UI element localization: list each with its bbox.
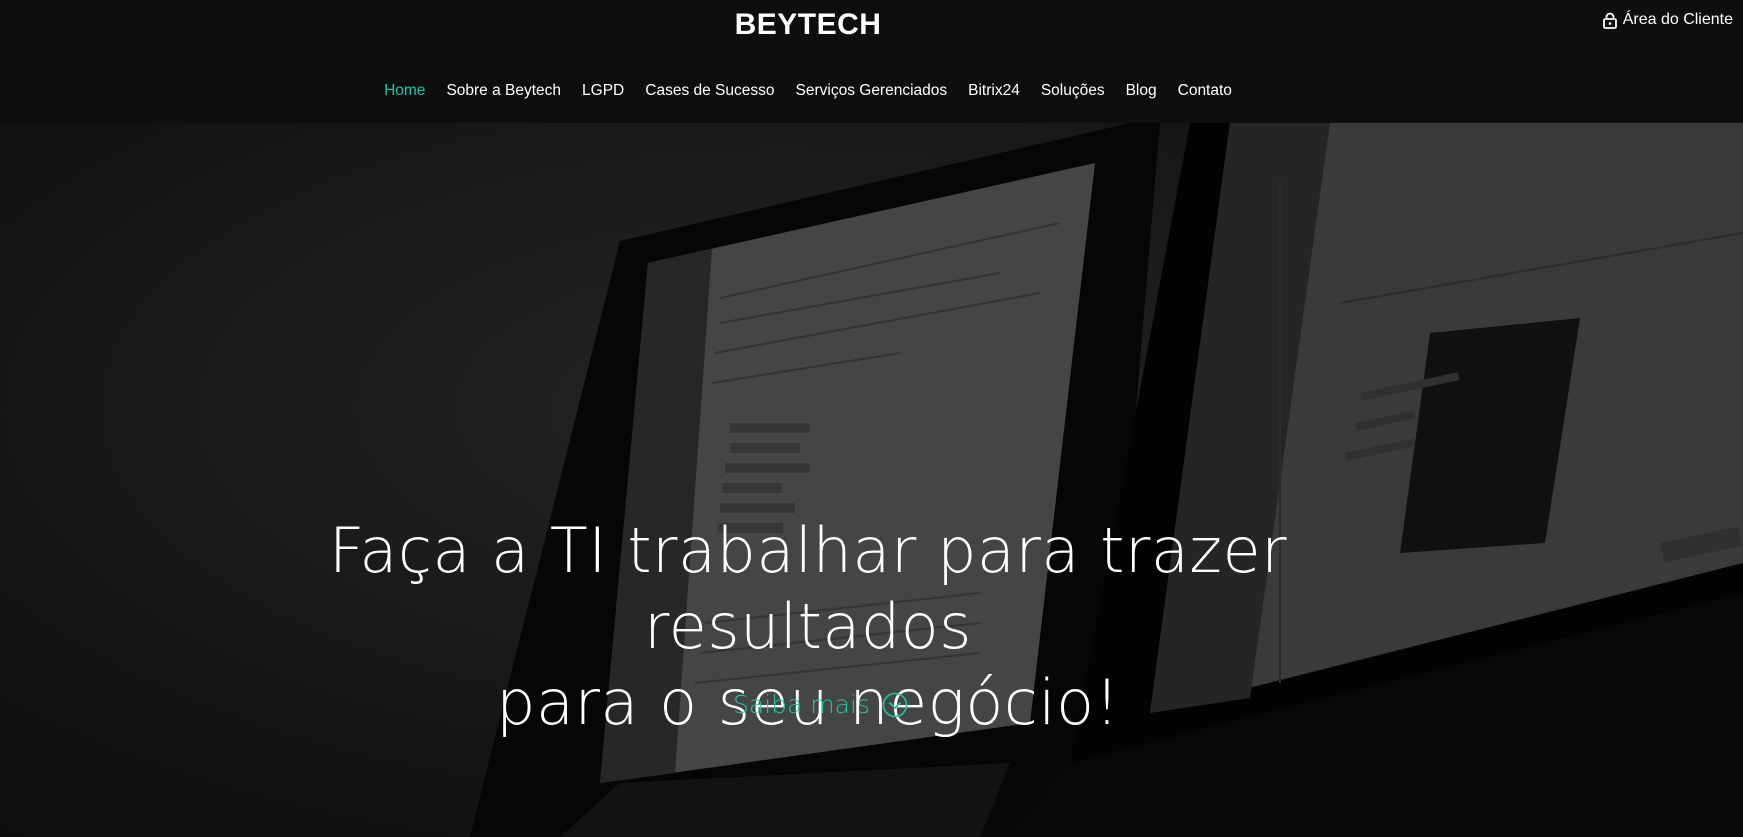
nav-item-solucoes[interactable]: Soluções <box>1041 82 1105 100</box>
logo[interactable]: BEYTECH <box>0 8 1616 42</box>
page: BEYTECH Área do Cliente Home Sobre a Bey… <box>0 0 1743 837</box>
nav-item-lgpd[interactable]: LGPD <box>582 82 624 100</box>
nav-item-sobre[interactable]: Sobre a Beytech <box>446 82 561 100</box>
site-header: BEYTECH Área do Cliente Home Sobre a Bey… <box>0 0 1743 123</box>
nav-item-home[interactable]: Home <box>384 82 425 100</box>
main-nav: Home Sobre a Beytech LGPD Cases de Suces… <box>0 82 1616 100</box>
nav-item-servicos[interactable]: Serviços Gerenciados <box>796 82 948 100</box>
hero-section: Faça a TI trabalhar para trazer resultad… <box>0 123 1743 837</box>
chevron-down-circle-icon <box>882 692 908 717</box>
nav-item-cases[interactable]: Cases de Sucesso <box>645 82 774 100</box>
lock-icon <box>1602 12 1617 29</box>
client-area-label: Área do Cliente <box>1622 11 1733 28</box>
saiba-mais-label: Saiba mais <box>733 690 870 719</box>
hero-title-line1: Faça a TI trabalhar para trazer resultad… <box>328 514 1288 663</box>
nav-item-blog[interactable]: Blog <box>1126 82 1157 100</box>
nav-item-bitrix24[interactable]: Bitrix24 <box>968 82 1020 100</box>
nav-item-contato[interactable]: Contato <box>1178 82 1232 100</box>
client-area-link[interactable]: Área do Cliente <box>1602 11 1733 29</box>
saiba-mais-button[interactable]: Saiba mais <box>733 690 908 719</box>
